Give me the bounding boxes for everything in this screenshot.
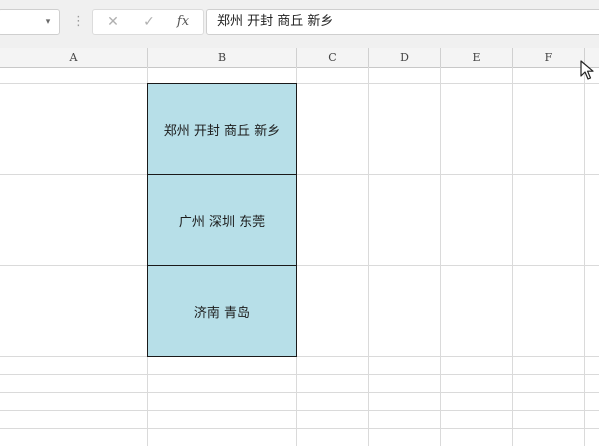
- cell-b2[interactable]: 郑州 开封 商丘 新乡: [147, 83, 297, 175]
- grid-line: [368, 67, 369, 446]
- grid-line: [0, 356, 599, 357]
- mouse-pointer-icon: [580, 60, 594, 80]
- formula-bar: ▾ ⋮ ✕ ✓ fx 郑州 开封 商丘 新乡: [0, 0, 599, 49]
- grid-line: [440, 67, 441, 446]
- name-box[interactable]: ▾: [0, 9, 60, 35]
- drag-handle-icon[interactable]: ⋮: [72, 12, 85, 32]
- column-header-a[interactable]: A: [0, 48, 148, 67]
- grid-line: [0, 265, 599, 266]
- cancel-icon[interactable]: ✕: [99, 12, 127, 32]
- cell-b3[interactable]: 广州 深圳 东莞: [147, 174, 297, 266]
- check-icon[interactable]: ✓: [135, 12, 163, 32]
- grid-line: [584, 67, 585, 446]
- cell-b4[interactable]: 济南 青岛: [147, 265, 297, 357]
- column-header-row: A B C D E F: [0, 48, 599, 68]
- column-header-b[interactable]: B: [148, 48, 297, 67]
- column-header-c[interactable]: C: [297, 48, 369, 67]
- grid-line: [512, 67, 513, 446]
- spreadsheet-app: ▾ ⋮ ✕ ✓ fx 郑州 开封 商丘 新乡 A B C D E F 郑州 开封…: [0, 0, 599, 446]
- insert-function-icon[interactable]: fx: [169, 12, 197, 32]
- formula-input[interactable]: 郑州 开封 商丘 新乡: [206, 9, 599, 35]
- grid-line: [0, 410, 599, 411]
- grid-line: [0, 374, 599, 375]
- column-header-f[interactable]: F: [513, 48, 585, 67]
- grid-line: [0, 428, 599, 429]
- cell-grid[interactable]: 郑州 开封 商丘 新乡 广州 深圳 东莞 济南 青岛: [0, 67, 599, 446]
- grid-line: [0, 392, 599, 393]
- grid-line: [0, 174, 599, 175]
- column-header-e[interactable]: E: [441, 48, 513, 67]
- column-header-d[interactable]: D: [369, 48, 441, 67]
- formula-buttons: ✕ ✓ fx: [92, 9, 204, 35]
- chevron-down-icon[interactable]: ▾: [41, 14, 55, 30]
- grid-line: [0, 83, 599, 84]
